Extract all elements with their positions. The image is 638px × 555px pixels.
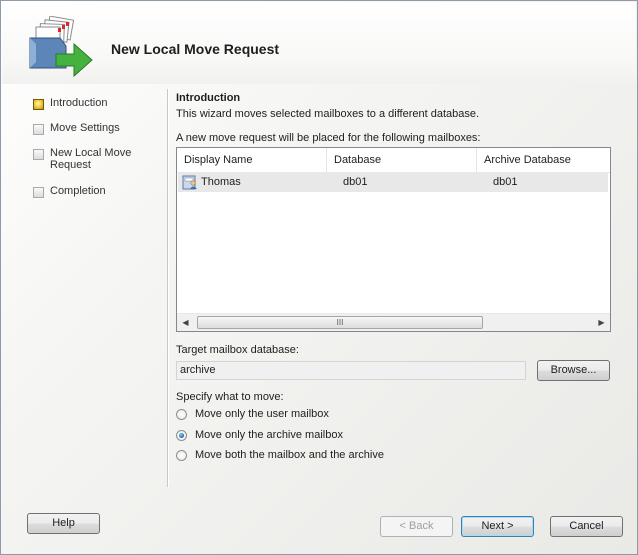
cell-archive-database: db01	[493, 176, 518, 188]
step-move-settings: Move Settings	[33, 122, 120, 135]
mailbox-list[interactable]: Display Name Database Archive Database T…	[176, 147, 611, 332]
column-header-database[interactable]: Database	[327, 148, 477, 172]
horizontal-scrollbar[interactable]: ◀ III ▶	[177, 313, 610, 331]
list-header: Display Name Database Archive Database	[177, 148, 610, 173]
step-label: Completion	[50, 185, 106, 197]
mailbox-user-icon	[182, 175, 197, 190]
radio-mailbox-and-archive[interactable]: Move both the mailbox and the archive	[176, 449, 384, 461]
wizard-header: New Local Move Request	[2, 2, 636, 84]
radio-label: Move both the mailbox and the archive	[195, 449, 384, 461]
cancel-button[interactable]: Cancel	[550, 516, 623, 537]
wizard-window: New Local Move Request Introduction Move…	[0, 0, 638, 555]
back-button[interactable]: < Back	[380, 516, 453, 537]
sidebar-divider	[167, 89, 168, 487]
step-completion: Completion	[33, 185, 106, 198]
column-header-archive-database[interactable]: Archive Database	[477, 148, 610, 172]
cell-database: db01	[343, 176, 368, 188]
step-new-local-move-request: New Local Move Request	[33, 147, 140, 171]
radio-label: Move only the user mailbox	[195, 408, 329, 420]
next-button[interactable]: Next >	[461, 516, 534, 537]
scroll-thumb[interactable]: III	[197, 316, 483, 329]
step-introduction: Introduction	[33, 97, 107, 110]
browse-button[interactable]: Browse...	[537, 360, 610, 381]
radio-unselected-icon[interactable]	[176, 449, 187, 461]
step-label: Introduction	[50, 97, 108, 109]
scroll-left-icon[interactable]: ◀	[177, 314, 194, 331]
move-mailbox-icon	[29, 16, 93, 78]
radio-label: Move only the archive mailbox	[195, 429, 343, 441]
target-database-field: archive	[176, 361, 526, 380]
step-indicator-icon	[33, 124, 44, 135]
page-title: Introduction	[176, 92, 241, 104]
column-header-display-name[interactable]: Display Name	[177, 148, 327, 172]
wizard-title: New Local Move Request	[111, 41, 280, 57]
step-indicator-icon	[33, 149, 44, 160]
radio-selected-icon[interactable]	[176, 429, 187, 441]
step-indicator-icon	[33, 187, 44, 198]
move-options-label: Specify what to move:	[176, 391, 284, 403]
step-label: Move Settings	[50, 122, 120, 134]
scroll-right-icon[interactable]: ▶	[593, 314, 610, 331]
radio-user-mailbox[interactable]: Move only the user mailbox	[176, 408, 329, 420]
step-current-indicator-icon	[33, 99, 44, 110]
list-caption: A new move request will be placed for th…	[176, 132, 481, 144]
help-button[interactable]: Help	[27, 513, 100, 534]
target-database-label: Target mailbox database:	[176, 344, 299, 356]
table-row[interactable]: Thomas db01 db01	[178, 172, 608, 192]
radio-archive-mailbox[interactable]: Move only the archive mailbox	[176, 429, 343, 441]
radio-unselected-icon[interactable]	[176, 408, 187, 420]
cell-display-name: Thomas	[201, 176, 241, 188]
intro-description: This wizard moves selected mailboxes to …	[176, 108, 480, 120]
step-label: New Local Move Request	[50, 147, 132, 171]
